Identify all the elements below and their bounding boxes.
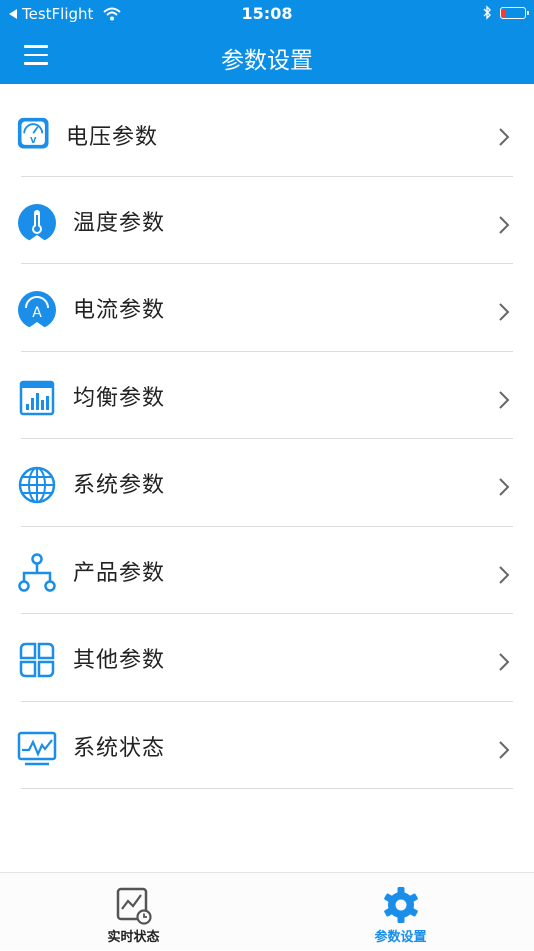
grid-icon: [19, 642, 55, 678]
list-item-label: 其他参数: [73, 648, 166, 673]
chevron-right-icon: [499, 478, 510, 496]
tab-label: 参数设置: [374, 930, 427, 945]
list-item-label: 电压参数: [66, 125, 159, 150]
chevron-right-icon: [499, 128, 510, 146]
hierarchy-icon: [18, 552, 56, 592]
nav-bar: 参数设置: [0, 28, 534, 84]
svg-text:V: V: [30, 135, 37, 145]
equalizer-icon: [19, 380, 55, 415]
tab-realtime-status[interactable]: 实时状态: [0, 873, 267, 951]
list-item-current-params[interactable]: A 电流参数: [0, 264, 534, 352]
voltmeter-icon: V: [17, 117, 49, 149]
list-item-balance-params[interactable]: 均衡参数: [0, 352, 534, 439]
list-item-voltage-params[interactable]: V 电压参数: [0, 89, 534, 177]
monitor-wave-icon: [17, 731, 57, 765]
ammeter-icon: A: [18, 291, 56, 329]
page-title: 参数设置: [221, 48, 313, 74]
list-item-label: 系统状态: [73, 735, 166, 761]
battery-icon: [500, 6, 529, 19]
divider: [21, 788, 513, 789]
list-item-label: 均衡参数: [73, 385, 166, 411]
chevron-right-icon: [499, 653, 510, 671]
svg-text:A: A: [32, 305, 42, 321]
status-time: 15:08: [241, 4, 293, 23]
tab-parameter-settings[interactable]: 参数设置: [267, 873, 534, 951]
list-item-product-params[interactable]: 产品参数: [0, 527, 534, 614]
list-item-label: 产品参数: [73, 560, 166, 586]
bluetooth-icon: [483, 5, 491, 20]
chevron-right-icon: [499, 303, 510, 321]
list-item-label: 系统参数: [73, 473, 166, 498]
chevron-right-icon: [499, 390, 510, 409]
list-item-other-params[interactable]: 其他参数: [0, 614, 534, 702]
tab-label: 实时状态: [107, 930, 160, 945]
list-item-system-params[interactable]: 系统参数: [0, 439, 534, 527]
status-bar: TestFlight 15:08: [0, 0, 534, 28]
chart-clock-icon: [116, 887, 152, 925]
chevron-right-icon: [499, 740, 510, 759]
gear-icon: [383, 887, 418, 923]
settings-list: V 电压参数 温度参数 A 电流参数 均衡参数 系统参数 产品参数 其他参数 系…: [0, 89, 534, 789]
list-item-system-status[interactable]: 系统状态: [0, 702, 534, 789]
globe-icon: [18, 466, 56, 504]
list-item-temperature-params[interactable]: 温度参数: [0, 177, 534, 264]
list-item-label: 温度参数: [73, 210, 166, 236]
chevron-right-icon: [499, 565, 510, 584]
thermometer-icon: [18, 203, 56, 242]
list-item-label: 电流参数: [73, 298, 166, 323]
chevron-right-icon: [499, 215, 510, 234]
tab-bar: 实时状态 参数设置: [0, 872, 534, 950]
